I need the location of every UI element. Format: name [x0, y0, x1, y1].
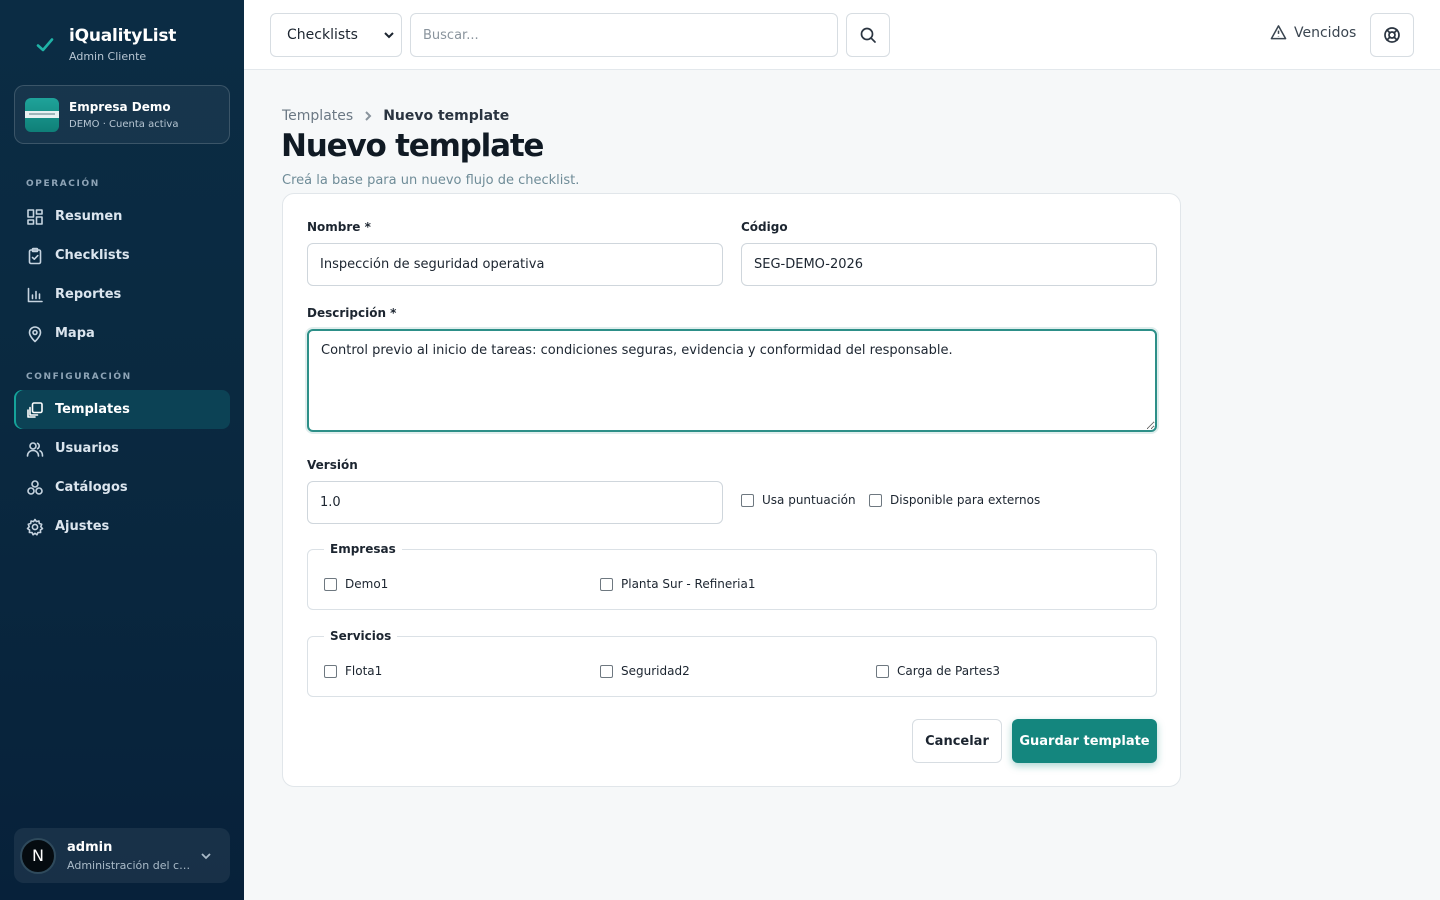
- brand[interactable]: iQualityList Admin Cliente: [36, 25, 176, 63]
- code-label: Código: [741, 220, 788, 234]
- search-icon: [860, 27, 876, 43]
- user-name: admin: [67, 839, 113, 855]
- brand-title: iQualityList: [69, 26, 177, 46]
- services-fieldset: Servicios Flota1 Seguridad2 Carga de Par…: [307, 629, 1157, 697]
- chevron-down-icon: [384, 32, 394, 39]
- clipboard-check-icon: [28, 247, 42, 264]
- check-icon: [36, 38, 54, 52]
- sidebar-item-label: Catálogos: [55, 480, 128, 495]
- service-option-carga-partes[interactable]: Carga de Partes3: [876, 664, 1000, 678]
- breadcrumb-current: Nuevo template: [383, 108, 510, 124]
- service-option-label: Carga de Partes3: [897, 664, 1001, 678]
- version-label: Versión: [307, 458, 358, 472]
- version-field[interactable]: [307, 481, 723, 524]
- sidebar: iQualityList Admin Cliente Empresa Demo …: [0, 0, 244, 900]
- sidebar-item-checklists[interactable]: Checklists: [14, 236, 230, 275]
- description-label: Descripción *: [307, 306, 397, 320]
- companies-fieldset: Empresas Demo1 Planta Sur - Refineria1: [307, 542, 1157, 610]
- overdue-link[interactable]: Vencidos: [1270, 24, 1356, 41]
- uses-score-label: Usa puntuación: [762, 493, 856, 507]
- chevron-right-icon: [365, 111, 372, 121]
- sidebar-item-ajustes[interactable]: Ajustes: [14, 507, 230, 546]
- sidebar-item-label: Checklists: [55, 248, 130, 263]
- name-field[interactable]: [307, 243, 723, 286]
- sidebar-item-reportes[interactable]: Reportes: [14, 275, 230, 314]
- uses-score-checkbox[interactable]: Usa puntuación: [741, 493, 856, 507]
- service-option-label: Flota1: [345, 664, 383, 678]
- grid-icon: [27, 208, 43, 225]
- sidebar-item-label: Resumen: [55, 209, 123, 224]
- services-legend: Servicios: [324, 629, 398, 643]
- chevron-down-icon: [201, 852, 211, 859]
- sidebar-item-label: Reportes: [55, 287, 122, 302]
- brand-subtitle: Admin Cliente: [69, 50, 147, 63]
- company-option-label: Demo1: [345, 577, 389, 591]
- templates-icon: [27, 401, 43, 418]
- users-icon: [26, 441, 44, 457]
- save-template-button[interactable]: Guardar template: [1012, 719, 1157, 763]
- bar-chart-icon: [27, 287, 43, 302]
- company-logo: [25, 97, 59, 132]
- external-checkbox[interactable]: Disponible para externos: [869, 493, 1040, 507]
- sidebar-item-resumen[interactable]: Resumen: [14, 197, 230, 236]
- checkbox-box[interactable]: [876, 664, 889, 678]
- section-label-configuracion: CONFIGURACIÓN: [26, 372, 132, 382]
- user-menu[interactable]: N admin Administración del cliente: [14, 828, 230, 883]
- breadcrumb-templates-link[interactable]: Templates: [282, 108, 353, 124]
- service-option-seguridad[interactable]: Seguridad2: [600, 664, 690, 678]
- map-pin-icon: [28, 325, 42, 342]
- template-form: Nombre * Código Descripción * Control pr…: [282, 193, 1181, 787]
- page-subtitle: Creá la base para un nuevo flujo de chec…: [282, 173, 580, 188]
- topbar: Checklists Vencidos: [244, 0, 1440, 70]
- checkbox-box[interactable]: [324, 664, 337, 678]
- company-option-planta-sur[interactable]: Planta Sur - Refineria1: [600, 577, 756, 591]
- company-name: Empresa Demo: [69, 99, 171, 114]
- code-field[interactable]: [741, 243, 1157, 286]
- service-option-flota[interactable]: Flota1: [324, 664, 382, 678]
- sidebar-item-label: Ajustes: [55, 519, 110, 534]
- company-option-demo1[interactable]: Demo1: [324, 577, 388, 591]
- sidebar-item-label: Mapa: [55, 326, 95, 341]
- sidebar-item-usuarios[interactable]: Usuarios: [14, 429, 230, 468]
- breadcrumb: Templates Nuevo template: [282, 108, 509, 124]
- company-status: DEMO · Cuenta activa: [69, 118, 179, 130]
- catalog-icon: [27, 479, 43, 495]
- gear-icon: [26, 518, 44, 536]
- help-button[interactable]: [1370, 13, 1414, 57]
- cancel-button[interactable]: Cancelar: [912, 719, 1002, 763]
- checkbox-box[interactable]: [869, 493, 882, 507]
- sidebar-item-label: Templates: [55, 402, 130, 417]
- checkbox-box[interactable]: [600, 664, 613, 678]
- user-role: Administración del cliente: [67, 858, 191, 872]
- warning-triangle-icon: [1270, 25, 1287, 40]
- page-title: Nuevo template: [281, 128, 544, 164]
- module-select-value: Checklists: [287, 27, 358, 43]
- service-option-label: Seguridad2: [621, 664, 690, 678]
- avatar: N: [20, 837, 56, 874]
- description-field[interactable]: Control previo al inicio de tareas: cond…: [307, 329, 1157, 432]
- name-label: Nombre *: [307, 220, 371, 234]
- companies-legend: Empresas: [324, 542, 402, 556]
- section-label-operacion: OPERACIÓN: [26, 179, 100, 189]
- overdue-label: Vencidos: [1294, 24, 1357, 41]
- lifebuoy-icon: [1384, 27, 1400, 43]
- search-button[interactable]: [846, 13, 890, 57]
- external-label: Disponible para externos: [890, 493, 1041, 507]
- company-switcher[interactable]: Empresa Demo DEMO · Cuenta activa: [14, 85, 230, 144]
- module-select[interactable]: Checklists: [270, 13, 402, 57]
- sidebar-item-label: Usuarios: [55, 441, 119, 456]
- checkbox-box[interactable]: [600, 577, 613, 591]
- sidebar-item-templates[interactable]: Templates: [14, 390, 230, 429]
- checkbox-box[interactable]: [741, 493, 754, 507]
- search-input[interactable]: [410, 13, 838, 57]
- company-option-label: Planta Sur - Refineria1: [621, 577, 756, 591]
- sidebar-item-mapa[interactable]: Mapa: [14, 314, 230, 353]
- checkbox-box[interactable]: [324, 577, 337, 591]
- sidebar-item-catalogos[interactable]: Catálogos: [14, 468, 230, 507]
